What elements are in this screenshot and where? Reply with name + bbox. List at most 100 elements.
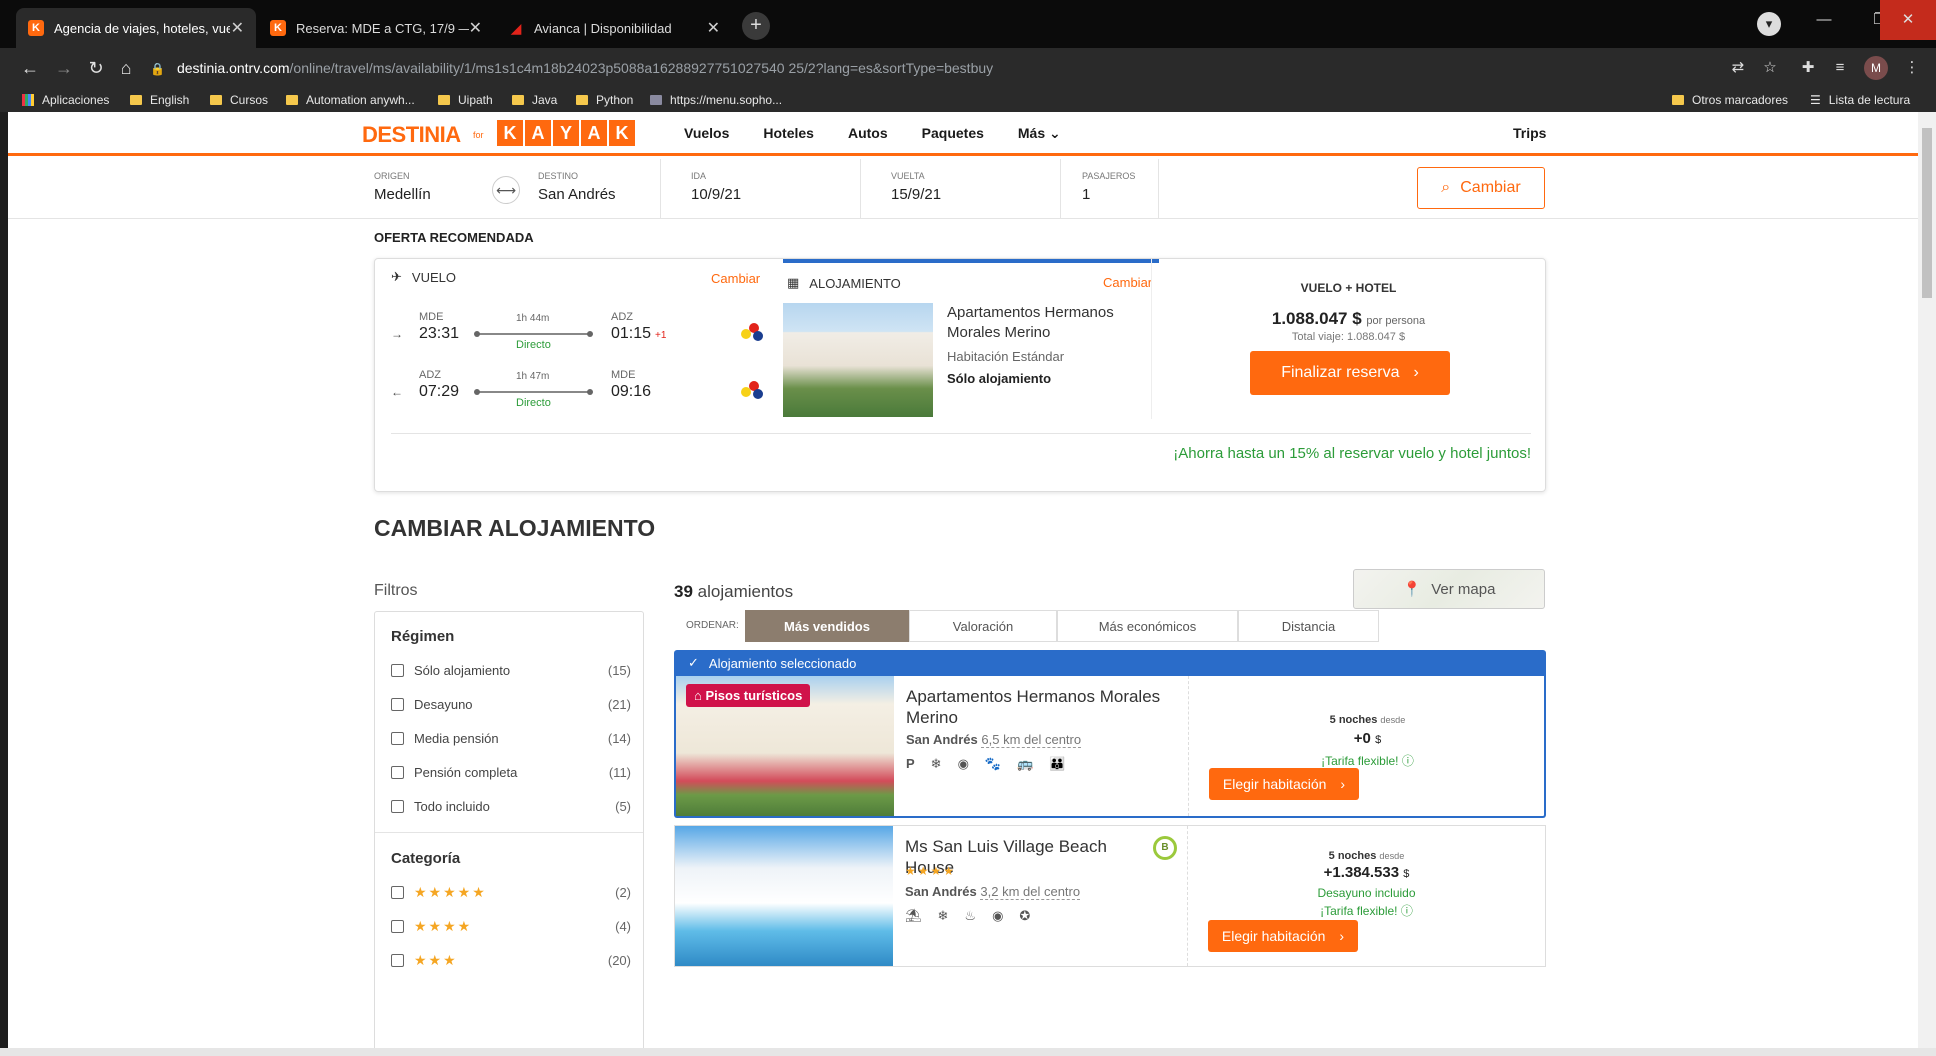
distance-link[interactable]: 6,5 km del centro — [981, 732, 1082, 748]
kayak-logo[interactable]: KAYAK — [497, 120, 635, 146]
spa-icon: ♨ — [964, 908, 977, 923]
filter-solo-alojamiento[interactable]: Sólo alojamiento (15) — [391, 660, 631, 680]
offer-board: Sólo alojamiento — [947, 371, 1052, 386]
kayak-favicon-icon: K — [28, 20, 44, 36]
choose-room-button[interactable]: Elegir habitación › — [1209, 768, 1359, 800]
filter-media-pension[interactable]: Media pensión (14) — [391, 728, 631, 748]
outbound-leg: → MDE 23:31 1h 44m Directo ADZ 01:15 +1 — [391, 311, 763, 359]
folder-icon — [210, 95, 222, 105]
return-arrow-icon: ← — [391, 385, 403, 399]
sort-cheapest[interactable]: Más económicos — [1057, 610, 1238, 642]
hotel-result-card: ⌂ Pisos turísticos Apartamentos Hermanos… — [674, 676, 1546, 818]
info-icon[interactable]: ⓘ — [1402, 754, 1414, 768]
results-count: 39 alojamientos — [674, 582, 794, 601]
sort-distance[interactable]: Distancia — [1238, 610, 1379, 642]
bookmark-other[interactable]: Otros marcadores — [1672, 91, 1788, 109]
filter-5-stars[interactable]: ★★★★★ (2) — [391, 882, 631, 902]
finalize-booking-button[interactable]: Finalizar reserva › — [1250, 351, 1450, 395]
nav-mas[interactable]: Más ⌄ — [1018, 125, 1061, 142]
info-icon[interactable]: ⓘ — [1401, 904, 1413, 918]
hotel-photo[interactable] — [675, 826, 893, 966]
nav-hoteles[interactable]: Hoteles — [763, 125, 814, 142]
view-map-button[interactable]: 📍 Ver mapa — [1353, 569, 1545, 609]
sort-best-selling[interactable]: Más vendidos — [745, 610, 909, 642]
departure-date-field[interactable]: IDA 10/9/21 — [691, 159, 841, 218]
close-tab-icon[interactable]: ✕ — [231, 18, 244, 38]
swap-arrows-icon[interactable]: ⟷ — [492, 176, 520, 204]
check-icon: ✓ — [688, 655, 699, 670]
minimize-window-icon[interactable]: — — [1796, 0, 1852, 40]
browser-tab-avianca[interactable]: ◢ Avianca | Disponibilidad ✕ — [496, 8, 732, 48]
bookmark-cursos[interactable]: Cursos — [210, 91, 268, 109]
extensions-icon[interactable]: ✚ — [1796, 56, 1820, 80]
bookmark-english[interactable]: English — [130, 91, 189, 109]
vertical-scrollbar[interactable] — [1918, 112, 1936, 1048]
destinia-logo[interactable]: DESTINIA — [362, 122, 461, 148]
media-control-icon[interactable]: ≡ — [1828, 56, 1852, 80]
flight-section: ✈ VUELO Cambiar → MDE 23:31 1h 44m Directo… — [391, 269, 763, 419]
destination-field[interactable]: DESTINO San Andrés — [538, 159, 658, 218]
shuttle-icon: 🚌 — [1017, 756, 1034, 771]
bookmark-java[interactable]: Java — [512, 91, 557, 109]
sort-rating[interactable]: Valoración — [909, 610, 1057, 642]
bookmark-python[interactable]: Python — [576, 91, 633, 109]
distance-link[interactable]: 3,2 km del centro — [980, 884, 1081, 900]
filter-desayuno[interactable]: Desayuno (21) — [391, 694, 631, 714]
browser-tab-destinia[interactable]: K Agencia de viajes, hoteles, vuelo ✕ — [16, 8, 256, 48]
eco-rating-badge[interactable]: B — [1153, 836, 1177, 860]
trips-link[interactable]: Trips — [1513, 125, 1546, 141]
return-date-field[interactable]: VUELTA 15/9/21 — [891, 159, 1041, 218]
browser-tab-reserva[interactable]: K Reserva: MDE a CTG, 17/9 — 25/ ✕ — [258, 8, 494, 48]
parking-icon: P — [906, 756, 915, 771]
back-arrow-icon[interactable]: ← — [18, 56, 42, 80]
nav-vuelos[interactable]: Vuelos — [684, 125, 729, 142]
filter-4-stars[interactable]: ★★★★ (4) — [391, 916, 631, 936]
forward-arrow-icon[interactable]: → — [52, 56, 76, 80]
filter-pension-completa[interactable]: Pensión completa (11) — [391, 762, 631, 782]
filter-3-stars[interactable]: ★★★ (20) — [391, 950, 631, 970]
bookmark-apps[interactable]: Aplicaciones — [22, 91, 109, 109]
close-tab-icon[interactable]: ✕ — [707, 18, 720, 38]
tab-title: Agencia de viajes, hoteles, vuelo — [54, 20, 230, 36]
browser-menu-icon[interactable]: ⋮ — [1900, 56, 1924, 80]
air-conditioning-icon: ❄ — [937, 908, 949, 923]
folder-icon — [130, 95, 142, 105]
browser-tabstrip: K Agencia de viajes, hoteles, vuelo ✕ K … — [0, 0, 1936, 48]
horizontal-scrollbar[interactable] — [0, 1048, 1936, 1056]
reading-list[interactable]: ☰ Lista de lectura — [1810, 91, 1910, 109]
tab-search-icon[interactable]: ▾ — [1757, 12, 1781, 36]
hotel-section: ▦ ALOJAMIENTO Cambiar Apartamentos Herman… — [783, 259, 1159, 419]
bookmark-automation[interactable]: Automation anywh... — [286, 91, 415, 109]
hotel-name[interactable]: Apartamentos Hermanos Morales Merino — [906, 686, 1176, 728]
nav-autos[interactable]: Autos — [848, 125, 888, 142]
regimen-title: Régimen — [391, 628, 455, 645]
return-leg: ← ADZ 07:29 1h 47m Directo MDE 09:16 — [391, 369, 763, 417]
home-icon: ⌂ — [694, 688, 702, 703]
package-price: 1.088.047 $ por persona — [1271, 309, 1426, 328]
filters-panel: Régimen Sólo alojamiento (15) Desayuno (21… — [374, 611, 644, 1048]
profile-avatar[interactable]: M — [1864, 56, 1888, 80]
bookmark-sophos[interactable]: https://menu.sopho... — [650, 91, 782, 109]
passengers-field[interactable]: PASAJEROS 1 — [1082, 159, 1152, 218]
reload-icon[interactable]: ↻ — [84, 56, 108, 80]
outbound-arrow-icon: → — [391, 327, 403, 341]
change-search-button[interactable]: ⌕ Cambiar — [1417, 167, 1545, 209]
flexible-rate: ¡Tarifa flexible! ⓘ — [1320, 904, 1413, 918]
amenities: P ❄ ◉ 🐾 🚌 👪 — [906, 756, 1065, 772]
nav-paquetes[interactable]: Paquetes — [922, 125, 984, 142]
home-icon[interactable]: ⌂ — [114, 56, 138, 80]
close-tab-icon[interactable]: ✕ — [469, 18, 482, 38]
site-icon — [650, 95, 662, 105]
new-tab-button[interactable]: + — [742, 12, 770, 40]
close-window-icon[interactable]: ✕ — [1880, 0, 1936, 40]
change-hotel-link[interactable]: Cambiar — [1103, 275, 1152, 290]
filter-todo-incluido[interactable]: Todo incluido (5) — [391, 796, 631, 816]
bookmark-uipath[interactable]: Uipath — [438, 91, 493, 109]
address-bar[interactable]: 🔒 destinia.ontrv.com/online/travel/ms/ava… — [150, 52, 1710, 84]
choose-room-button[interactable]: Elegir habitación › — [1208, 920, 1358, 952]
origin-field[interactable]: ORIGEN Medellín — [374, 159, 484, 218]
airplane-icon: ✈ — [391, 269, 402, 284]
change-flight-link[interactable]: Cambiar — [711, 271, 760, 286]
translate-icon[interactable]: ⇄ — [1726, 56, 1750, 80]
bookmark-star-icon[interactable]: ☆ — [1758, 56, 1782, 80]
